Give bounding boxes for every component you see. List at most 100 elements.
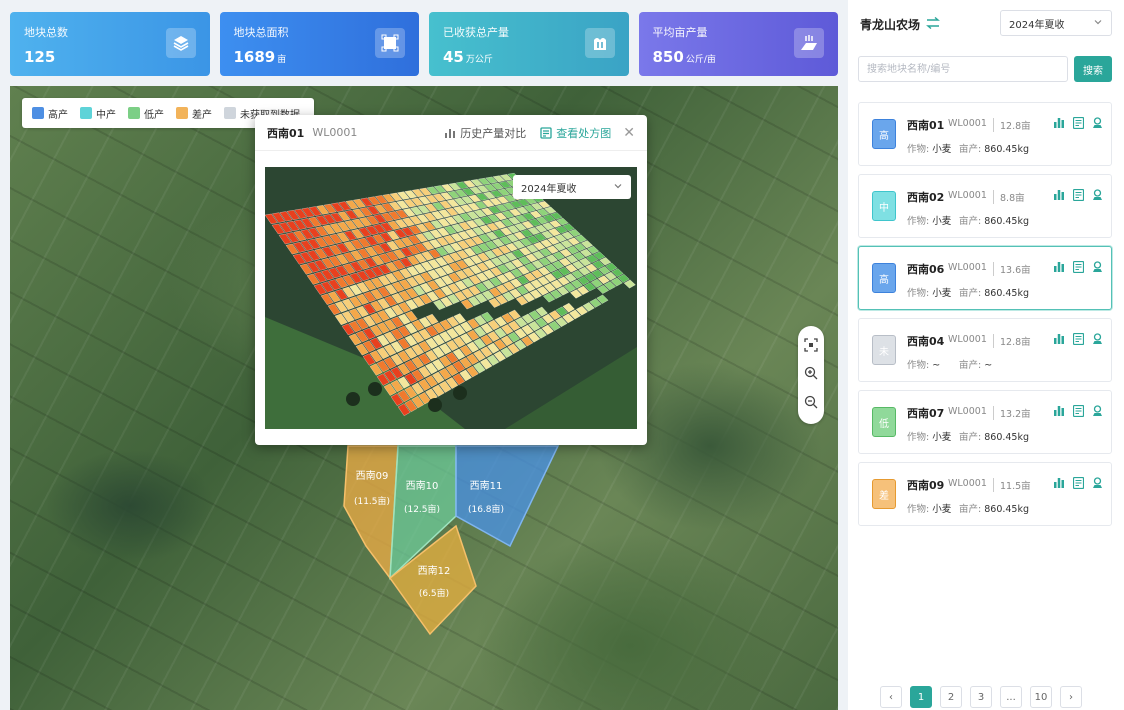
plot-card[interactable]: 差西南09 WL0001 11.5亩 作物: 小麦 亩产: 860.45kg — [858, 462, 1112, 526]
map-plot-area: (11.5亩) — [354, 495, 390, 507]
record-icon[interactable] — [1072, 188, 1085, 204]
yield-chart-icon[interactable] — [1053, 117, 1065, 132]
locate-icon[interactable] — [1092, 405, 1103, 420]
map-plot-label: 西南09 — [356, 469, 389, 482]
locate-icon[interactable] — [1092, 117, 1103, 132]
yield-level-badge: 低 — [872, 407, 896, 437]
popup-season-select[interactable]: 2024年夏收 — [513, 175, 631, 199]
fit-bounds-icon[interactable] — [804, 338, 818, 355]
yield-level-badge: 高 — [872, 119, 896, 149]
plot-list: 高西南01 WL0001 12.8亩 作物: 小麦 亩产: 860.45kg 中西南02 W… — [858, 102, 1112, 534]
harvest-icon — [584, 28, 615, 58]
layers-icon — [165, 28, 196, 58]
plot-area: 11.5亩 — [993, 478, 1031, 492]
map-plot-11[interactable] — [455, 445, 560, 548]
plot-actions — [1053, 404, 1103, 420]
chevron-down-icon — [1093, 17, 1103, 30]
plot-yield: 亩产: 860.45kg — [959, 432, 1030, 443]
page-button[interactable]: 3 — [970, 686, 992, 708]
legend-swatch — [176, 107, 188, 119]
close-icon[interactable]: ✕ — [623, 125, 635, 141]
plot-code: WL0001 — [948, 406, 987, 417]
farm-switcher[interactable]: 青龙山农场 — [860, 16, 940, 33]
yield-level-badge: 未 — [872, 335, 896, 365]
plot-crop: 作物: 小麦 — [907, 288, 952, 299]
locate-icon[interactable] — [1092, 333, 1103, 348]
plot-area: 13.2亩 — [993, 406, 1031, 420]
map-plot-label: 西南11 — [470, 479, 503, 492]
locate-icon[interactable] — [1092, 477, 1103, 492]
stat-card-total-yield: 已收获总产量 45 万公斤 — [429, 12, 629, 76]
plot-search-input[interactable] — [858, 56, 1068, 82]
plot-yield: 亩产: 860.45kg — [959, 288, 1030, 299]
page-button[interactable]: 2 — [940, 686, 962, 708]
yield-chart-icon[interactable] — [1053, 477, 1065, 492]
plot-yield: 亩产: 860.45kg — [959, 144, 1030, 155]
plot-crop: 作物: 小麦 — [907, 216, 952, 227]
plot-card[interactable]: 高西南06 WL0001 13.6亩 作物: 小麦 亩产: 860.45kg — [858, 246, 1112, 310]
plot-code: WL0001 — [948, 478, 987, 489]
legend-swatch — [32, 107, 44, 119]
pagination: ‹ 1 2 3... 10 › — [880, 686, 1082, 708]
yield-level-badge: 差 — [872, 479, 896, 509]
plot-yield: 亩产: ~ — [959, 360, 993, 371]
plot-actions — [1053, 476, 1103, 492]
plot-card[interactable]: 中西南02 WL0001 8.8亩 作物: 小麦 亩产: 860.45kg — [858, 174, 1112, 238]
legend-item: 中产 — [80, 106, 116, 121]
map-plot-09[interactable] — [343, 445, 399, 581]
stat-cards: 地块总数 125 地块总面积 1689 亩 已收获总产量 45 万公斤 平均亩产量 … — [10, 12, 838, 76]
locate-icon[interactable] — [1092, 261, 1103, 276]
page-button[interactable]: 1 — [910, 686, 932, 708]
record-icon[interactable] — [1072, 404, 1085, 420]
yield-heatmap-image: 2024年夏收 — [265, 167, 637, 429]
zoom-in-icon[interactable] — [804, 366, 818, 383]
legend-item: 差产 — [176, 106, 212, 121]
map-plot-area: (6.5亩) — [419, 587, 449, 599]
prescription-map-icon — [540, 126, 552, 139]
plot-actions — [1053, 260, 1103, 276]
page-button[interactable]: 10 — [1030, 686, 1052, 708]
plot-code: WL0001 — [948, 334, 987, 345]
yield-level-badge: 高 — [872, 263, 896, 293]
record-icon[interactable] — [1072, 476, 1085, 492]
plot-crop: 作物: ~ — [907, 360, 941, 371]
plot-card[interactable]: 低西南07 WL0001 13.2亩 作物: 小麦 亩产: 860.45kg — [858, 390, 1112, 454]
bar-chart-icon — [445, 128, 456, 138]
view-prescription-button[interactable]: 查看处方图 — [540, 125, 611, 141]
plot-detail-popup: 西南01 WL0001 历史产量对比 查看处方图 ✕ 2024年夏收 — [255, 115, 647, 445]
prev-page-button[interactable]: ‹ — [880, 686, 902, 708]
plot-card[interactable]: 高西南01 WL0001 12.8亩 作物: 小麦 亩产: 860.45kg — [858, 102, 1112, 166]
plot-card[interactable]: 未西南04 WL0001 12.8亩 作物: ~ 亩产: ~ — [858, 318, 1112, 382]
plot-name: 西南07 — [907, 407, 945, 420]
record-icon[interactable] — [1072, 116, 1085, 132]
yield-chart-icon[interactable] — [1053, 405, 1065, 420]
switch-icon[interactable] — [926, 16, 940, 32]
plot-actions — [1053, 188, 1103, 204]
popup-code: WL0001 — [312, 126, 358, 139]
plot-actions — [1053, 116, 1103, 132]
map-tools — [798, 326, 824, 424]
plot-name: 西南04 — [907, 335, 945, 348]
legend-item: 低产 — [128, 106, 164, 121]
stat-card-total-area: 地块总面积 1689 亩 — [219, 12, 419, 76]
record-icon[interactable] — [1072, 332, 1085, 348]
yield-level-badge: 中 — [872, 191, 896, 221]
plot-name: 西南09 — [907, 479, 945, 492]
page-button[interactable]: ... — [1000, 686, 1022, 708]
stat-card-avg-yield: 平均亩产量 850 公斤/亩 — [638, 12, 838, 76]
locate-icon[interactable] — [1092, 189, 1103, 204]
yield-chart-icon[interactable] — [1053, 189, 1065, 204]
popup-header: 西南01 WL0001 历史产量对比 查看处方图 ✕ — [255, 115, 647, 151]
yield-chart-icon[interactable] — [1053, 333, 1065, 348]
yield-chart-icon[interactable] — [1053, 261, 1065, 276]
season-select[interactable]: 2024年夏收 — [1000, 10, 1112, 36]
history-compare-button[interactable]: 历史产量对比 — [444, 125, 526, 141]
zoom-out-icon[interactable] — [804, 395, 818, 412]
search-button[interactable]: 搜索 — [1074, 56, 1112, 82]
next-page-button[interactable]: › — [1060, 686, 1082, 708]
plot-yield: 亩产: 860.45kg — [959, 216, 1030, 227]
record-icon[interactable] — [1072, 260, 1085, 276]
plot-crop: 作物: 小麦 — [907, 504, 952, 515]
legend-swatch — [128, 107, 140, 119]
map-plot-area: (16.8亩) — [468, 503, 504, 515]
